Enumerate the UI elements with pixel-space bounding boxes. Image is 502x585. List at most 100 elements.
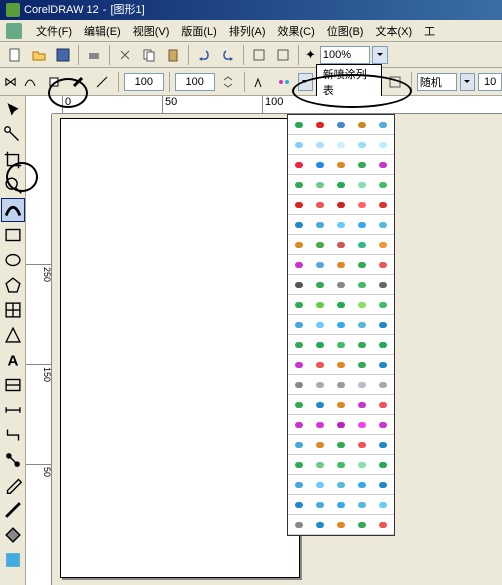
spray-pattern-row[interactable] [288,515,394,535]
count-input[interactable] [478,73,502,91]
size-input-2[interactable] [175,73,215,91]
spray-pattern-row[interactable] [288,295,394,315]
interactive-tool[interactable] [1,448,25,472]
zoom-input[interactable] [320,46,370,64]
spray-pattern-row[interactable] [288,115,394,135]
spray-pattern-row[interactable] [288,255,394,275]
spray-pattern-row[interactable] [288,375,394,395]
spraylist-edit[interactable] [385,71,406,93]
ruler-tick: 0 [62,96,71,114]
spray-pattern-row[interactable] [288,135,394,155]
ruler-horizontal: 0 50 100 [52,96,502,114]
print-button[interactable] [83,44,105,66]
spray-pattern-row[interactable] [288,315,394,335]
menu-layout[interactable]: 版面(L) [175,23,222,39]
bow-icon: ⋈ [4,74,17,90]
pick-tool[interactable] [1,98,25,122]
spray-pattern-row[interactable] [288,175,394,195]
calligraphy-mode[interactable] [68,71,89,93]
spinner-icon[interactable] [218,71,239,93]
shape-tool[interactable] [1,123,25,147]
spray-pattern-row[interactable] [288,355,394,375]
freehand-mode[interactable] [20,71,41,93]
fill-tool[interactable] [1,523,25,547]
basic-shapes-tool[interactable] [1,323,25,347]
toolbox: A [0,96,26,585]
app-icon [6,3,20,17]
svg-text:A: A [7,353,18,370]
open-button[interactable] [28,44,50,66]
spray-pattern-row[interactable] [288,275,394,295]
menu-bitmap[interactable]: 位图(B) [321,23,370,39]
cut-button[interactable] [114,44,136,66]
brush-edit-button[interactable] [250,71,271,93]
ruler-tick: 150 [26,364,52,382]
eyedropper-tool[interactable] [1,473,25,497]
spray-pattern-row[interactable] [288,195,394,215]
menu-file[interactable]: 文件(F) [30,23,78,39]
ruler-tick: 250 [26,264,52,282]
crop-tool[interactable] [1,148,25,172]
spray-pattern-row[interactable] [288,235,394,255]
canvas[interactable] [52,114,502,585]
sprayer-mode[interactable] [44,71,65,93]
spraylist-dropdown[interactable] [298,73,313,91]
ruler-tick: 50 [26,464,52,477]
spray-pattern-row[interactable] [288,475,394,495]
connector-tool[interactable] [1,423,25,447]
menu-text[interactable]: 文本(X) [369,23,418,39]
title-bar: CorelDRAW 12 - [图形1] [0,0,502,20]
property-bar: ⋈ 新喷涂列表 [0,68,502,96]
page[interactable] [60,118,300,578]
canvas-area: 0 50 100 50 150 250 [26,96,502,585]
pressure-mode[interactable] [92,71,113,93]
spray-pattern-row[interactable] [288,415,394,435]
ruler-vertical: 50 150 250 [26,114,52,585]
order-dropdown[interactable] [460,73,475,91]
menu-bar: 文件(F) 编辑(E) 视图(V) 版面(L) 排列(A) 效果(C) 位图(B… [0,20,502,42]
app-name: CorelDRAW 12 [24,0,99,20]
spray-pattern-row[interactable] [288,455,394,475]
size-input-1[interactable] [124,73,164,91]
export-button[interactable] [272,44,294,66]
sprayer-list-panel[interactable] [287,114,395,536]
zoom-dropdown[interactable] [372,46,388,64]
table-tool[interactable] [1,373,25,397]
zoom-tool[interactable] [1,173,25,197]
menu-edit[interactable]: 编辑(E) [78,23,127,39]
menu-view[interactable]: 视图(V) [127,23,176,39]
spray-pattern-row[interactable] [288,495,394,515]
ellipse-tool[interactable] [1,248,25,272]
workspace: A 0 50 100 50 150 250 [0,96,502,585]
paste-button[interactable] [162,44,184,66]
spray-pattern-row[interactable] [288,435,394,455]
graph-paper-tool[interactable] [1,298,25,322]
new-button[interactable] [4,44,26,66]
redo-button[interactable] [217,44,239,66]
doc-name: [图形1] [110,0,144,20]
order-select[interactable] [417,73,457,91]
spraylist-label: 新喷涂列表 [316,64,382,100]
star-icon: ✦ [305,47,316,63]
spray-pattern-row[interactable] [288,155,394,175]
ruler-tick: 100 [262,96,283,114]
doc-icon [6,23,22,39]
outline-tool[interactable] [1,498,25,522]
save-button[interactable] [52,44,74,66]
menu-arrange[interactable]: 排列(A) [223,23,272,39]
menu-tools[interactable]: 工 [418,23,441,39]
rectangle-tool[interactable] [1,223,25,247]
menu-effects[interactable]: 效果(C) [272,23,321,39]
interactive-fill-tool[interactable] [1,548,25,572]
undo-button[interactable] [193,44,215,66]
spraylist-button[interactable] [274,71,295,93]
artistic-media-tool[interactable] [1,198,25,222]
polygon-tool[interactable] [1,273,25,297]
spray-pattern-row[interactable] [288,335,394,355]
spray-pattern-row[interactable] [288,395,394,415]
spray-pattern-row[interactable] [288,215,394,235]
text-tool[interactable]: A [1,348,25,372]
copy-button[interactable] [138,44,160,66]
import-button[interactable] [248,44,270,66]
dimension-tool[interactable] [1,398,25,422]
